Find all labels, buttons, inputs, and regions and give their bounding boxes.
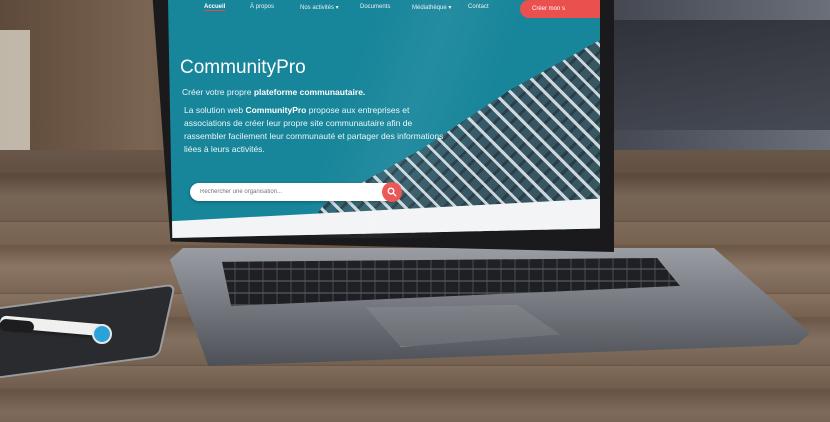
organization-search-bar [190,182,402,202]
nav-link-mediatheque[interactable]: Médiathèque ▾ [412,4,451,11]
nav-link-contact[interactable]: Contact [468,4,489,10]
hero-subtitle-emphasis: plateforme communautaire. [253,87,366,97]
hero-description-brand: CommunityPro [245,105,307,115]
nav-link-accueil[interactable]: Accueil [204,4,226,11]
nav-link-nos-activites[interactable]: Nos activités ▾ [300,4,339,11]
nav-link-a-propos[interactable]: À propos [250,4,274,10]
search-input[interactable] [200,187,370,197]
search-icon [387,187,397,197]
hero-description: La solution web CommunityPro propose aux… [184,104,444,156]
hero-title: CommunityPro [180,57,306,78]
hero-description-start: La solution web [184,105,246,115]
laptop-screen: Accueil À propos Nos activités ▾ Documen… [168,0,600,238]
search-button[interactable] [382,182,402,202]
photo-scene: Accueil À propos Nos activités ▾ Documen… [0,0,830,422]
create-site-button[interactable]: Créer mon s [520,0,600,18]
hero-subtitle: Créer votre propre plateforme communauta… [182,87,365,97]
top-navigation: Accueil À propos Nos activités ▾ Documen… [168,0,600,18]
hero-subtitle-text: Créer votre propre [182,87,254,97]
window-light [0,30,30,150]
nav-link-documents[interactable]: Documents [360,4,390,10]
background-shelf [600,20,830,130]
stylus-button [92,324,112,344]
